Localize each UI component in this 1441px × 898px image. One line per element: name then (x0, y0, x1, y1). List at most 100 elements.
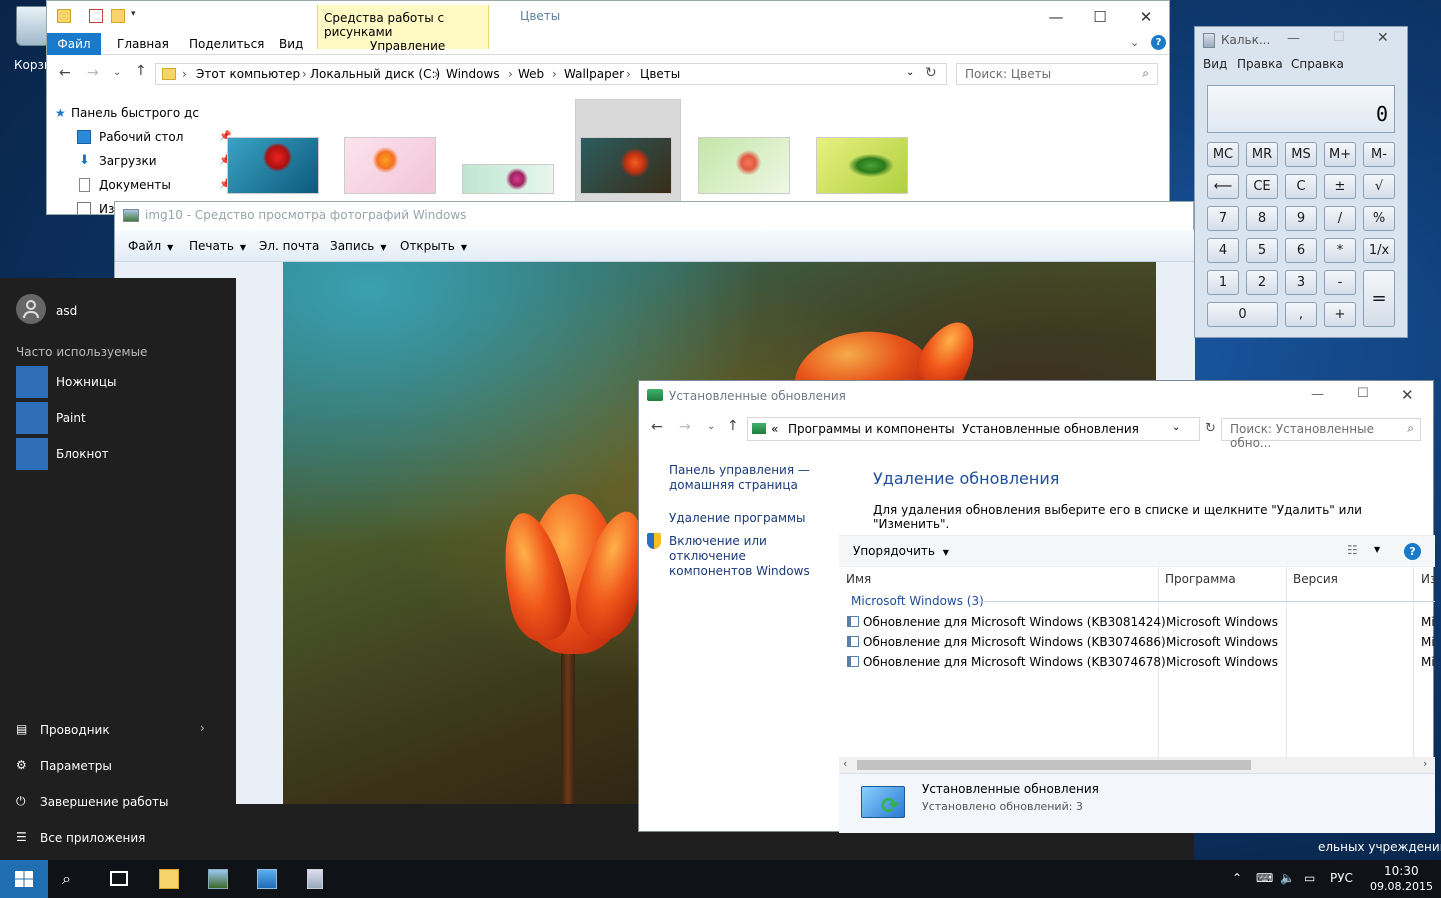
table-row[interactable]: Обновление для Microsoft Windows (KB3074… (847, 655, 1166, 675)
key-mc[interactable]: MC (1207, 142, 1239, 167)
minimize-button[interactable]: — (1311, 387, 1324, 402)
windows-features-link[interactable]: Включение или отключение компонентов Win… (669, 534, 839, 579)
table-row[interactable]: Обновление для Microsoft Windows (KB3074… (847, 635, 1166, 655)
refresh-icon[interactable]: ↻ (1205, 421, 1216, 436)
nav-documents[interactable]: Документы 📌 (77, 175, 231, 195)
search-input[interactable]: Поиск: Установленные обно... ⌕ (1221, 418, 1421, 450)
key-decimal[interactable]: , (1285, 302, 1317, 327)
help-icon[interactable]: ? (1151, 35, 1166, 50)
key-backspace[interactable]: ⟵ (1207, 174, 1239, 199)
breadcrumb-item[interactable]: Windows (446, 67, 500, 81)
user-name[interactable]: asd (56, 304, 77, 318)
column-version[interactable]: Версия (1293, 572, 1338, 586)
chevron-up-icon[interactable]: ⌃ (1232, 871, 1242, 885)
up-arrow-icon[interactable]: ↑ (727, 418, 739, 434)
forward-arrow-icon[interactable]: → (679, 419, 691, 435)
clock-date[interactable]: 09.08.2015 (1370, 880, 1433, 893)
app-snipping-tool[interactable]: Ножницы (56, 375, 116, 389)
thumbnail-image[interactable] (227, 137, 319, 194)
search-icon[interactable]: ⌕ (62, 869, 82, 889)
organize-button[interactable]: Упорядочить ▼ (853, 544, 949, 558)
help-icon[interactable]: ? (1404, 543, 1421, 560)
thumbnail-image[interactable] (698, 137, 790, 194)
breadcrumb-item[interactable]: Установленные обновления (962, 422, 1139, 436)
up-arrow-icon[interactable]: ↑ (135, 63, 147, 79)
menu-burn[interactable]: Запись ▼ (330, 239, 387, 253)
menu-edit[interactable]: Правка (1237, 57, 1283, 71)
group-header[interactable]: Microsoft Windows (3) (851, 594, 984, 608)
forward-arrow-icon[interactable]: → (87, 65, 99, 81)
start-all-apps[interactable]: Все приложения (40, 831, 145, 845)
breadcrumb-overflow[interactable]: « (771, 422, 778, 436)
thumbnail-image[interactable] (580, 137, 672, 194)
file-explorer-taskbar-icon[interactable] (159, 869, 179, 889)
breadcrumb-item[interactable]: Этот компьютер (196, 67, 300, 81)
column-installed[interactable]: Из (1421, 572, 1436, 586)
key-0[interactable]: 0 (1207, 302, 1278, 327)
key-m-plus[interactable]: M+ (1324, 142, 1356, 167)
key-reciprocal[interactable]: 1/x (1363, 238, 1395, 263)
chevron-right-icon[interactable]: › (200, 721, 205, 735)
menu-open[interactable]: Открыть ▼ (400, 239, 467, 253)
new-folder-icon[interactable] (111, 9, 125, 23)
nav-quick-access[interactable]: ★ Панель быстрого дс (55, 103, 199, 123)
close-button[interactable]: ✕ (1377, 30, 1389, 46)
breadcrumb-item[interactable]: Web (518, 67, 544, 81)
key-9[interactable]: 9 (1285, 206, 1317, 231)
minimize-button[interactable]: — (1033, 5, 1079, 29)
scroll-thumb[interactable] (857, 760, 1251, 770)
view-options-icon[interactable]: ☷ (1347, 543, 1358, 557)
breadcrumb-item[interactable]: Программы и компоненты (788, 422, 955, 436)
menu-help[interactable]: Справка (1291, 57, 1344, 71)
thumbnail-image[interactable] (462, 164, 554, 194)
minimize-button[interactable]: — (1287, 31, 1300, 46)
menu-print[interactable]: Печать ▼ (189, 239, 246, 253)
menu-view[interactable]: Вид (1203, 57, 1227, 71)
key-ms[interactable]: MS (1285, 142, 1317, 167)
start-explorer[interactable]: Проводник (40, 723, 110, 737)
volume-icon[interactable]: 🔈 (1280, 871, 1295, 885)
tab-share[interactable]: Поделиться (181, 33, 272, 55)
thumbnail-image[interactable] (344, 137, 436, 194)
app-paint[interactable]: Paint (56, 411, 86, 425)
refresh-icon[interactable]: ↻ (925, 65, 937, 81)
key-7[interactable]: 7 (1207, 206, 1239, 231)
key-percent[interactable]: % (1363, 206, 1395, 231)
recent-chevron-icon[interactable]: ⌄ (113, 67, 121, 78)
control-panel-home-link[interactable]: Панель управления — домашняя страница (669, 463, 819, 493)
key-5[interactable]: 5 (1246, 238, 1278, 263)
address-bar[interactable]: « Программы и компоненты › Установленные… (747, 417, 1200, 441)
key-6[interactable]: 6 (1285, 238, 1317, 263)
key-multiply[interactable]: * (1324, 238, 1356, 263)
key-negate[interactable]: ± (1324, 174, 1356, 199)
column-program[interactable]: Программа (1165, 572, 1236, 586)
uninstall-program-link[interactable]: Удаление программы (669, 511, 806, 526)
language-indicator[interactable]: РУС (1330, 871, 1353, 885)
key-mr[interactable]: MR (1246, 142, 1278, 167)
key-8[interactable]: 8 (1246, 206, 1278, 231)
desktop-icon-label[interactable]: ельных учреждений (1318, 840, 1441, 854)
search-input[interactable]: Поиск: Цветы ⌕ (956, 63, 1158, 85)
nav-desktop[interactable]: Рабочий стол 📌 (77, 127, 231, 147)
key-equals[interactable]: = (1363, 270, 1395, 327)
nav-downloads[interactable]: ⬇ Загрузки 📌 (77, 151, 231, 171)
column-name[interactable]: Имя (846, 572, 871, 586)
tab-view[interactable]: Вид (271, 33, 311, 55)
start-settings[interactable]: Параметры (40, 759, 112, 773)
back-arrow-icon[interactable]: ← (651, 419, 663, 435)
back-arrow-icon[interactable]: ← (59, 65, 71, 81)
scroll-left-icon[interactable]: ‹ (843, 757, 847, 770)
key-add[interactable]: + (1324, 302, 1356, 327)
app-notepad[interactable]: Блокнот (56, 447, 109, 461)
horizontal-scrollbar[interactable]: ‹ › (839, 757, 1435, 773)
calculator-taskbar-icon[interactable] (307, 869, 323, 889)
scroll-right-icon[interactable]: › (1423, 757, 1427, 770)
key-ce[interactable]: CE (1246, 174, 1278, 199)
recent-chevron-icon[interactable]: ⌄ (707, 421, 715, 432)
chevron-down-icon[interactable]: ▼ (1374, 545, 1380, 554)
key-sqrt[interactable]: √ (1363, 174, 1395, 199)
column-divider[interactable] (1286, 567, 1287, 757)
address-bar[interactable]: › Этот компьютер › Локальный диск (C:) ›… (155, 63, 947, 85)
notification-icon[interactable]: ▭ (1304, 871, 1315, 885)
breadcrumb-item[interactable]: Wallpaper (564, 67, 624, 81)
